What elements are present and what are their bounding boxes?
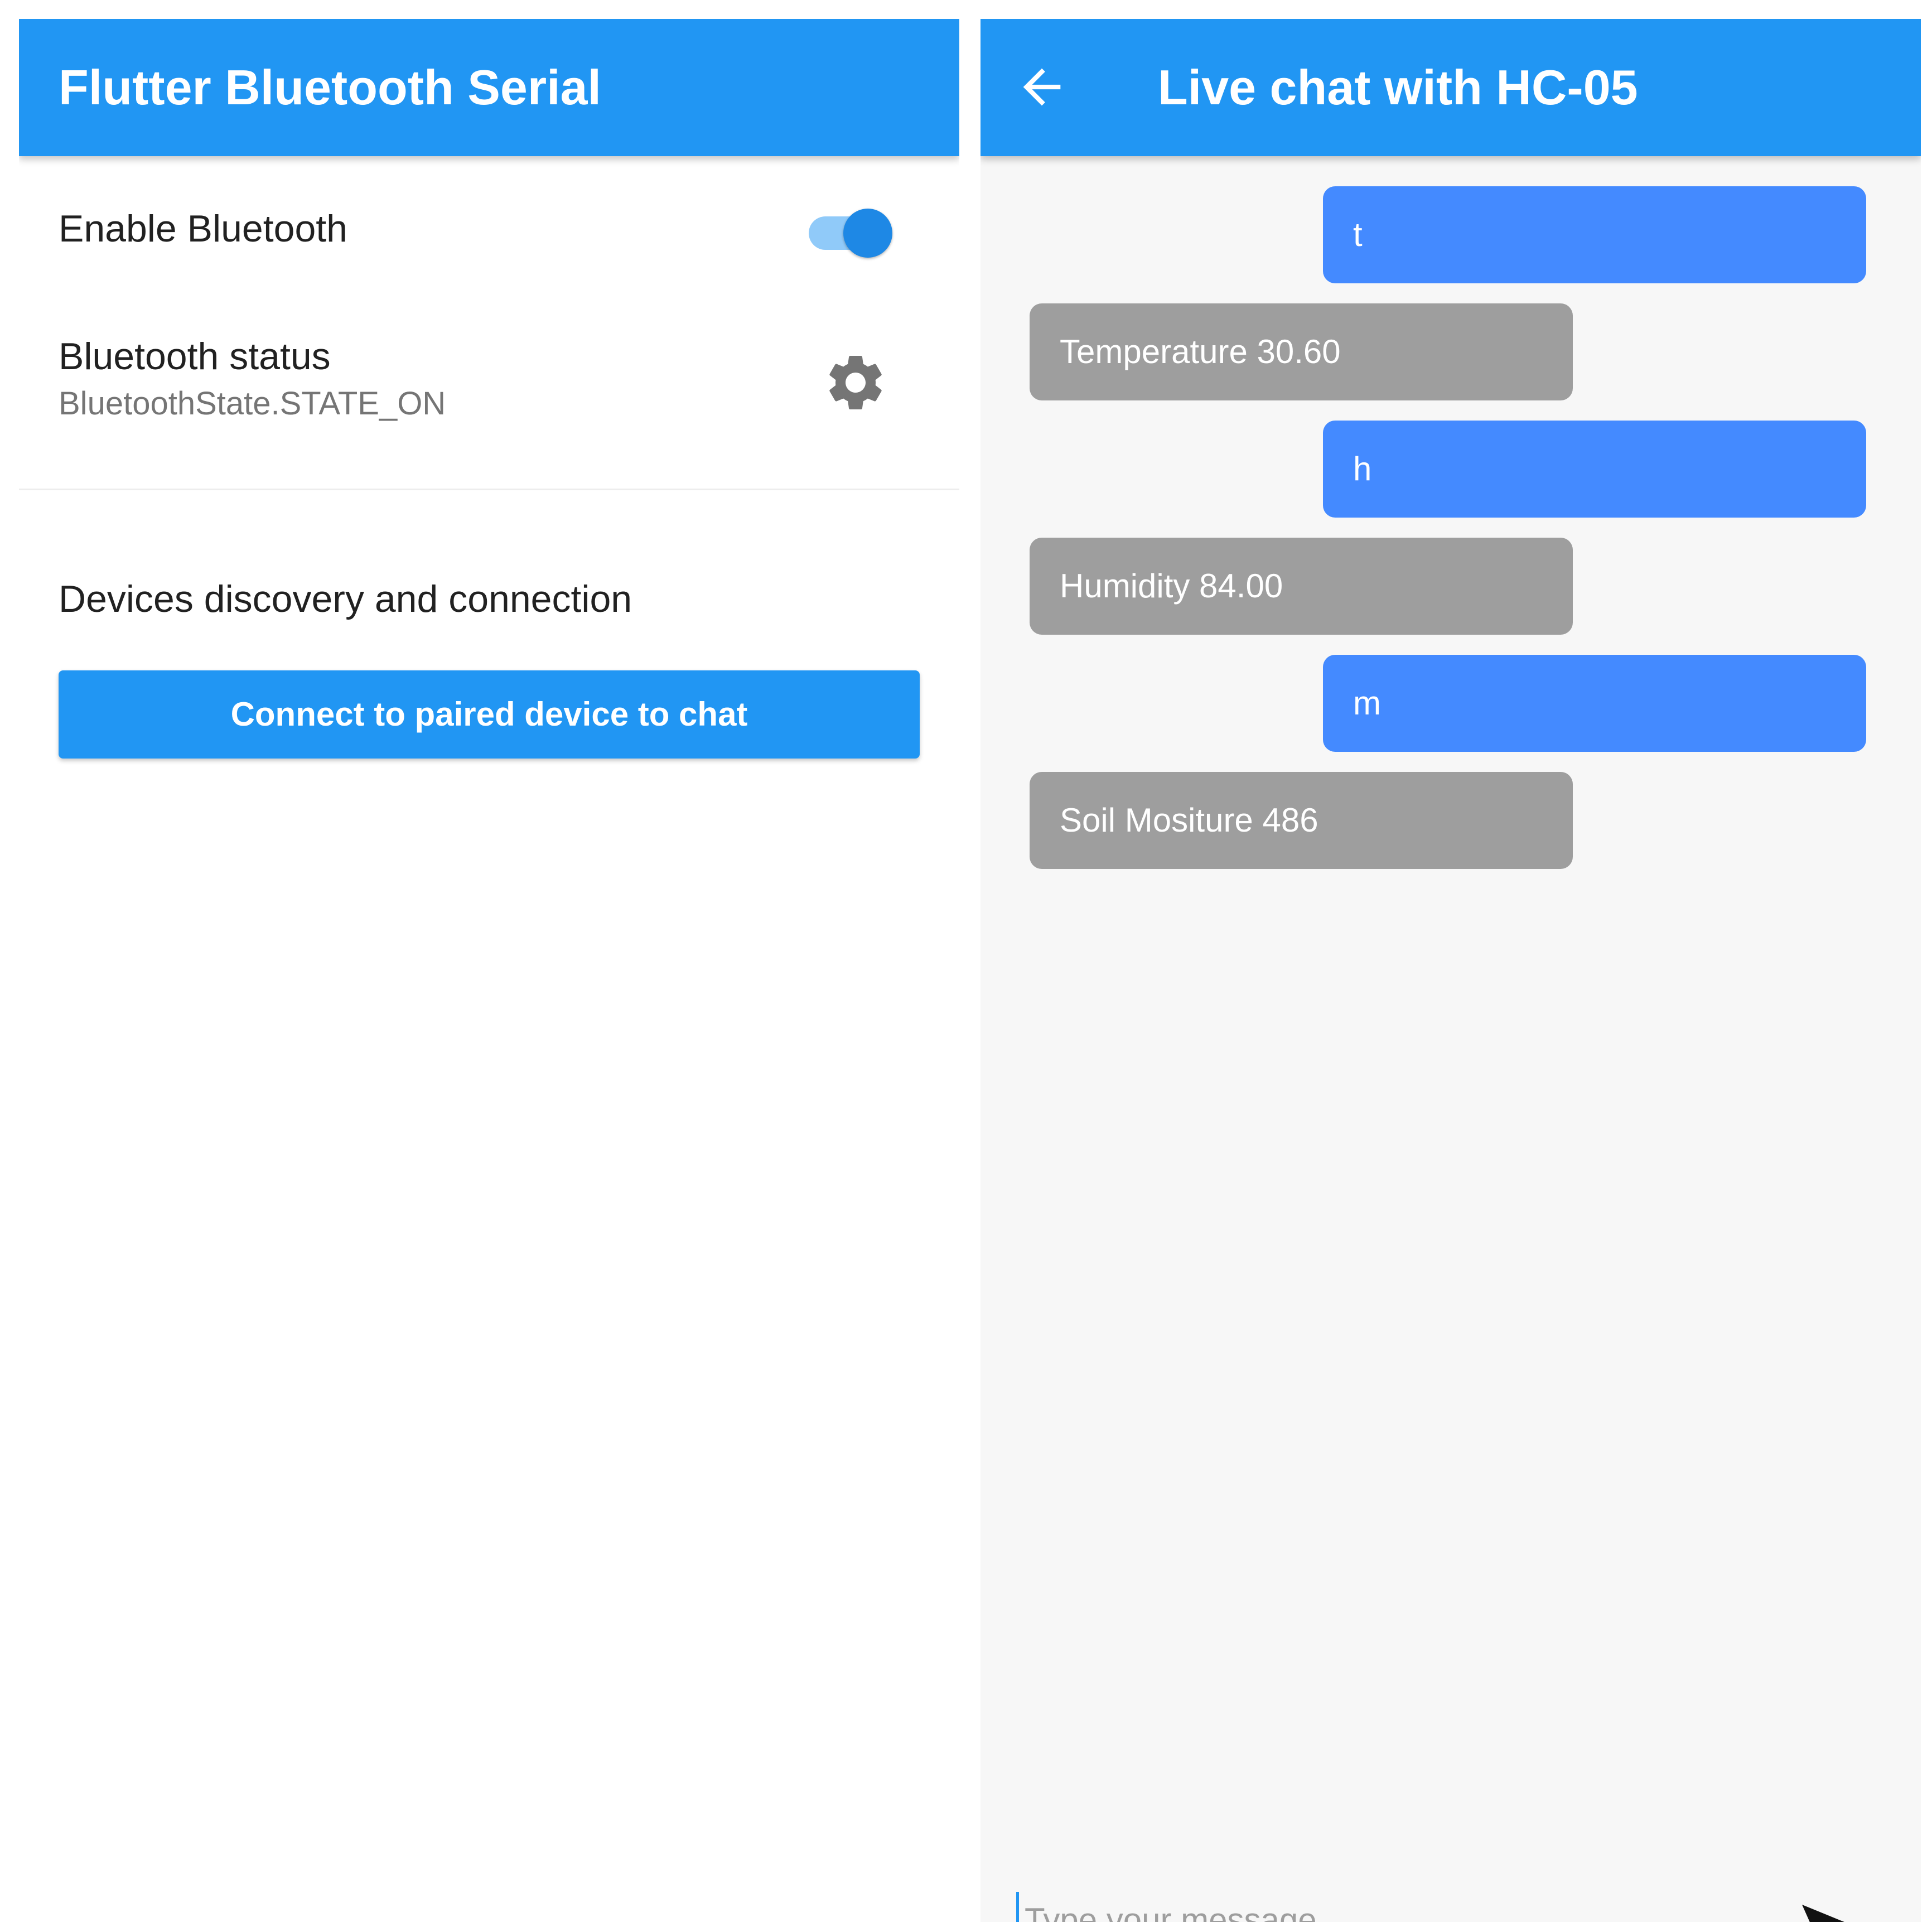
received-message: Humidity 84.00 (1030, 538, 1573, 635)
sent-message: t (1323, 186, 1866, 283)
home-screen: Flutter Bluetooth Serial Enable Bluetoot… (19, 19, 959, 1922)
received-message: Temperature 30.60 (1030, 303, 1573, 400)
received-message: Soil Mositure 486 (1030, 772, 1573, 869)
app-title: Flutter Bluetooth Serial (59, 60, 601, 115)
chat-screen: Live chat with HC-05 t Temperature 30.60… (981, 19, 1921, 1922)
send-button[interactable] (1799, 1902, 1866, 1922)
gear-icon (829, 356, 882, 409)
chat-title: Live chat with HC-05 (1158, 60, 1638, 115)
sent-message: h (1323, 421, 1866, 518)
enable-bluetooth-label: Enable Bluetooth (59, 207, 347, 250)
chat-app-bar: Live chat with HC-05 (981, 19, 1921, 156)
section-label: Devices discovery and connection (59, 578, 632, 620)
settings-button[interactable] (822, 349, 889, 416)
bluetooth-status-label: Bluetooth status (59, 335, 331, 378)
send-icon (1802, 1905, 1844, 1922)
back-button[interactable] (1014, 59, 1070, 115)
enable-bluetooth-switch[interactable] (803, 201, 898, 258)
sent-message: m (1323, 655, 1866, 752)
message-composer (981, 1882, 1921, 1922)
divider (19, 489, 959, 490)
connect-paired-device-button[interactable]: Connect to paired device to chat (59, 670, 920, 759)
switch-thumb (843, 209, 892, 258)
message-input[interactable] (1016, 1892, 1750, 1922)
bluetooth-status-value: BluetoothState.STATE_ON (59, 385, 446, 422)
app-bar: Flutter Bluetooth Serial (19, 19, 959, 156)
arrow-left-icon (1023, 68, 1061, 106)
